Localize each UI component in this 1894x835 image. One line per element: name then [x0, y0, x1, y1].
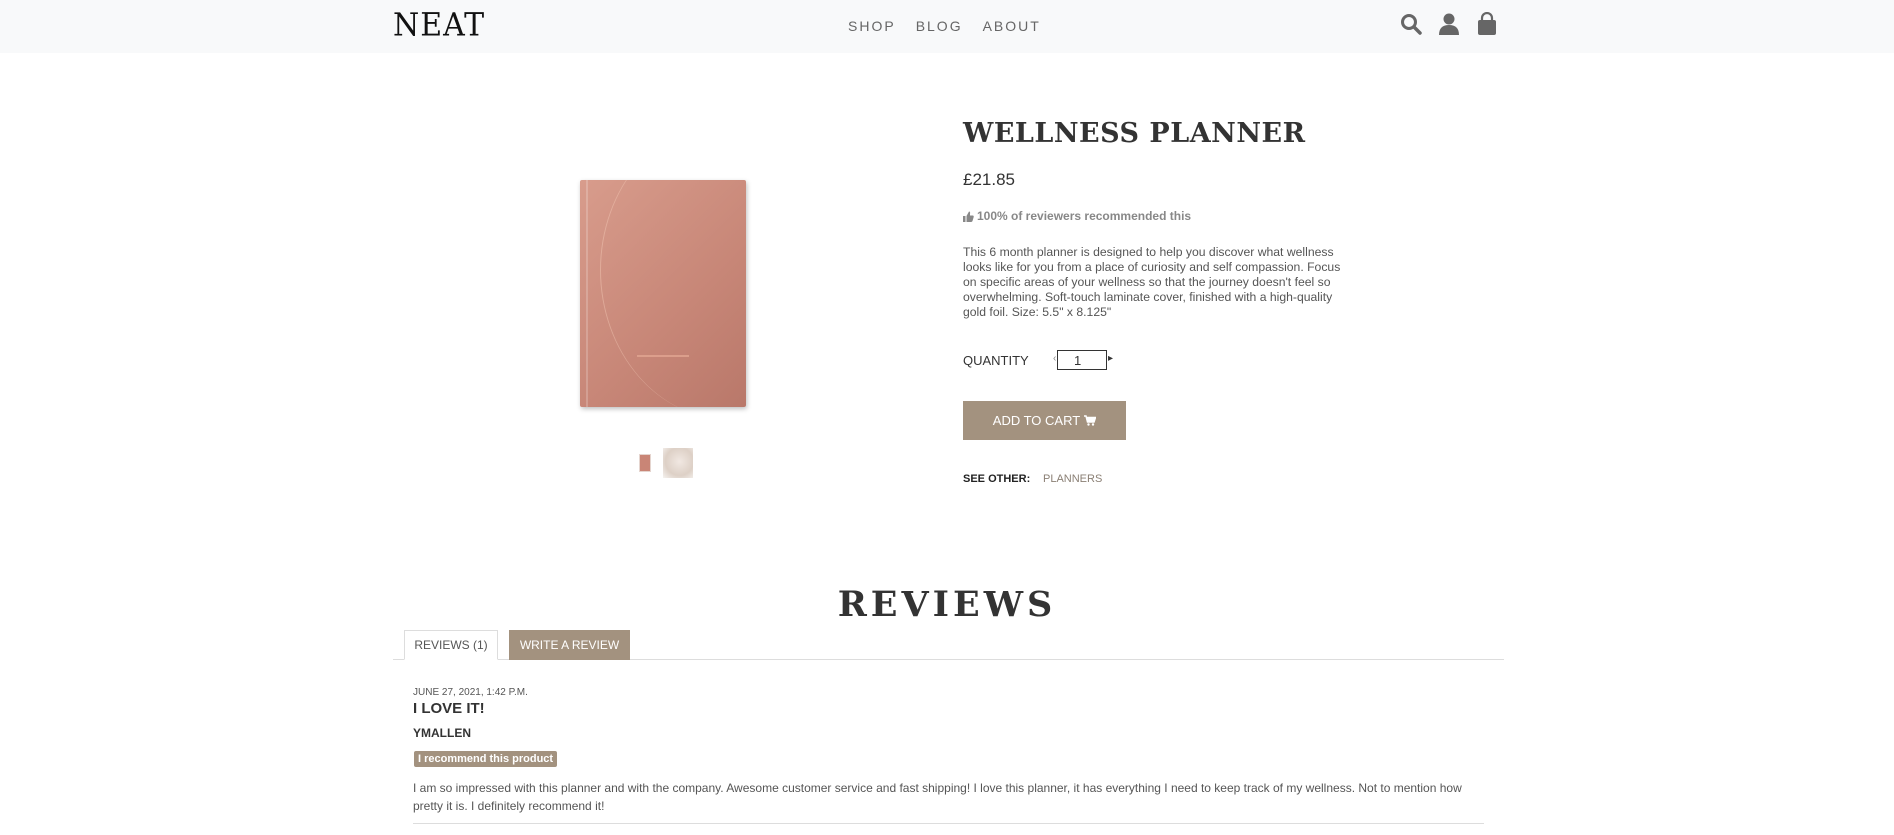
site-logo[interactable]: NEAT	[393, 7, 485, 44]
nav-blog[interactable]: BLOG	[916, 18, 963, 34]
product-main-image[interactable]	[580, 180, 746, 407]
main-nav: SHOP BLOG ABOUT	[848, 18, 1061, 34]
add-to-cart-label: ADD TO CART	[992, 413, 1081, 428]
review-title: I LOVE IT!	[413, 700, 485, 717]
quantity-label: QUANTITY	[963, 353, 1029, 368]
search-icon[interactable]	[1400, 12, 1424, 38]
quantity-decrement[interactable]: ‹	[1053, 353, 1056, 364]
reviews-heading: REVIEWS	[837, 584, 1057, 625]
nav-shop[interactable]: SHOP	[848, 18, 896, 34]
review-body: I am so impressed with this planner and …	[413, 781, 1462, 813]
see-other-label: SEE OTHER:	[963, 473, 1031, 485]
product-title: WELLNESS PLANNER	[963, 118, 1306, 149]
nav-about[interactable]: ABOUT	[983, 18, 1041, 34]
site-header: NEAT SHOP BLOG ABOUT	[0, 0, 1894, 53]
review-divider	[413, 823, 1484, 824]
thumbnail-cover[interactable]	[639, 454, 651, 472]
quantity-increment[interactable]: ▸	[1108, 353, 1113, 364]
user-icon[interactable]	[1438, 12, 1462, 38]
bag-icon[interactable]	[1476, 11, 1500, 38]
recommend-summary: 100% of reviewers recommended this	[963, 209, 1191, 223]
tab-reviews[interactable]: REVIEWS (1)	[404, 630, 498, 660]
thumbnail-lifestyle[interactable]	[663, 448, 693, 478]
recommend-badge: I recommend this product	[414, 751, 558, 767]
review-date: JUNE 27, 2021, 1:42 P.M.	[413, 687, 528, 698]
cart-icon	[1084, 415, 1097, 426]
header-icons	[1400, 11, 1500, 38]
quantity-input[interactable]	[1057, 350, 1107, 370]
add-to-cart-button[interactable]: ADD TO CART	[963, 401, 1126, 440]
product-price: £21.85	[963, 170, 1015, 189]
thumbnail-strip	[639, 448, 693, 478]
recommend-text: 100% of reviewers recommended this	[977, 209, 1192, 223]
product-description: This 6 month planner is designed to help…	[963, 245, 1341, 319]
thumbs-up-icon	[963, 211, 974, 222]
review-author: YMALLEN	[413, 726, 471, 740]
tab-write-review[interactable]: WRITE A REVIEW	[509, 630, 630, 660]
see-other-planners-link[interactable]: PLANNERS	[1043, 473, 1102, 485]
